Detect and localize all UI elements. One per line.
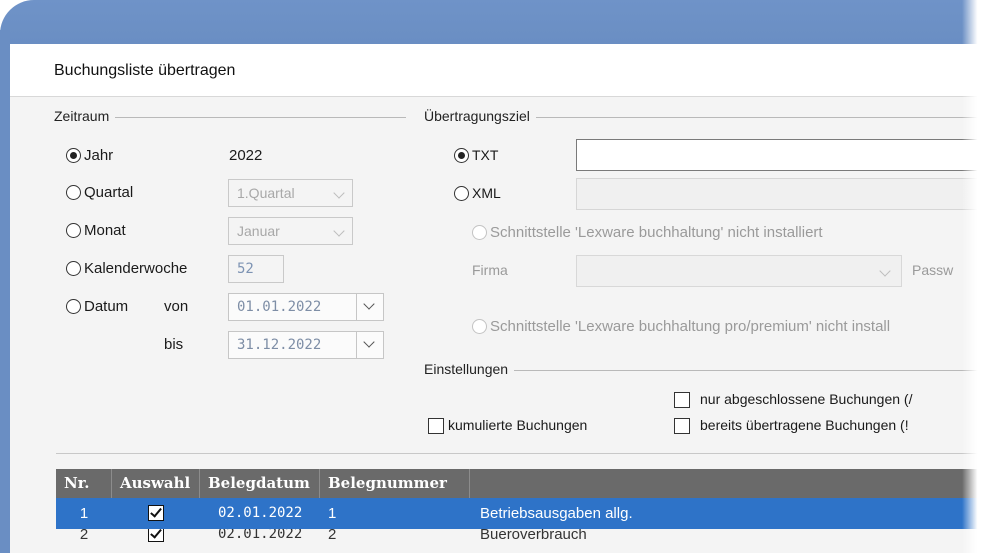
von-label: von	[164, 298, 189, 315]
kalenderwoche-input[interactable]: 52	[228, 255, 284, 283]
firma-select[interactable]	[576, 255, 902, 287]
cell-belegnummer: 2	[328, 529, 337, 543]
von-date-value: 01.01.2022	[237, 299, 322, 315]
cell-text: Bueroverbrauch	[480, 529, 587, 543]
window-border	[0, 30, 10, 553]
edge-fade	[962, 0, 984, 553]
calendar-dropdown-icon[interactable]	[356, 332, 383, 358]
dialog-title: Buchungsliste übertragen	[54, 62, 236, 79]
checkbox-abgeschlossen-label[interactable]: nur abgeschlossene Buchungen (/	[700, 391, 912, 407]
cell-nr: 1	[79, 505, 89, 522]
radio-txt[interactable]	[454, 148, 469, 163]
txt-path-input[interactable]	[576, 139, 984, 171]
kalenderwoche-value: 52	[237, 261, 254, 277]
cell-belegdatum: 02.01.2022	[218, 529, 303, 542]
chevron-down-icon	[879, 265, 891, 277]
radio-quartal-label[interactable]: Quartal	[84, 184, 133, 201]
column-header-nr[interactable]: Nr.	[56, 469, 112, 498]
radio-jahr[interactable]	[66, 148, 81, 163]
chevron-down-icon	[333, 187, 345, 199]
row-select-checkbox[interactable]	[148, 529, 164, 542]
xml-path-input[interactable]	[576, 178, 984, 210]
row-select-checkbox[interactable]	[148, 505, 164, 521]
bis-date-picker[interactable]: 31.12.2022	[228, 331, 384, 359]
dialog-header: Buchungsliste übertragen	[10, 44, 984, 97]
ziel-group-label: Übertragungsziel	[424, 108, 536, 124]
chevron-down-icon	[333, 225, 345, 237]
column-header-auswahl[interactable]: Auswahl	[112, 469, 200, 498]
table-header: Nr. Auswahl Belegdatum Belegnummer	[56, 469, 984, 498]
table-row[interactable]: 2 02.01.2022 2 Bueroverbrauch	[56, 529, 984, 543]
passwort-label: Passw	[912, 262, 954, 278]
cell-belegdatum: 02.01.2022	[218, 505, 303, 521]
quartal-select-value: 1.Quartal	[237, 185, 295, 201]
zeitraum-group-label: Zeitraum	[54, 108, 116, 124]
bis-date-value: 31.12.2022	[237, 337, 322, 353]
checkbox-abgeschlossen[interactable]	[674, 392, 690, 408]
checkbox-kumuliert-label[interactable]: kumulierte Buchungen	[448, 417, 587, 433]
radio-txt-label[interactable]: TXT	[472, 147, 498, 163]
checkbox-kumuliert[interactable]	[428, 418, 444, 434]
monat-select[interactable]: Januar	[228, 217, 353, 245]
checkbox-uebertragen[interactable]	[674, 418, 690, 434]
radio-quartal[interactable]	[66, 185, 81, 200]
cell-nr: 2	[79, 529, 89, 543]
quartal-select[interactable]: 1.Quartal	[228, 179, 353, 207]
column-header-belegnummer[interactable]: Belegnummer	[320, 469, 470, 498]
einstellungen-group-label: Einstellungen	[424, 361, 515, 377]
radio-monat-label[interactable]: Monat	[84, 222, 126, 239]
radio-xml[interactable]	[454, 186, 469, 201]
radio-jahr-label[interactable]: Jahr	[84, 147, 113, 164]
radio-lexware-pro-label[interactable]: Schnittstelle 'Lexware buchhaltung pro/p…	[490, 318, 890, 335]
jahr-value: 2022	[229, 147, 263, 164]
von-date-picker[interactable]: 01.01.2022	[228, 293, 384, 321]
cell-belegnummer: 1	[328, 505, 337, 522]
radio-xml-label[interactable]: XML	[472, 185, 501, 201]
radio-lexware-pro[interactable]	[472, 319, 487, 334]
calendar-dropdown-icon[interactable]	[356, 294, 383, 320]
radio-monat[interactable]	[66, 223, 81, 238]
monat-select-value: Januar	[237, 223, 280, 239]
checkbox-uebertragen-label[interactable]: bereits übertragene Buchungen (!	[700, 417, 909, 433]
column-header-belegdatum[interactable]: Belegdatum	[200, 469, 320, 498]
radio-datum[interactable]	[66, 299, 81, 314]
radio-kalenderwoche-label[interactable]: Kalenderwoche	[84, 260, 187, 277]
column-header-text[interactable]	[470, 469, 984, 498]
radio-lexware-label[interactable]: Schnittstelle 'Lexware buchhaltung' nich…	[490, 224, 823, 241]
radio-kalenderwoche[interactable]	[66, 261, 81, 276]
cell-text: Betriebsausgaben allg.	[480, 505, 633, 522]
bis-label: bis	[164, 336, 184, 353]
radio-datum-label[interactable]: Datum	[84, 298, 128, 315]
window-titlebar[interactable]	[0, 0, 984, 44]
dialog-buchungsliste: Buchungsliste übertragen Zeitraum Jahr 2…	[10, 44, 984, 553]
table-row[interactable]: 1 02.01.2022 1 Betriebsausgaben allg.	[56, 498, 984, 529]
radio-lexware[interactable]	[472, 225, 487, 240]
divider	[56, 453, 984, 454]
firma-label: Firma	[472, 262, 508, 278]
window: Buchungsliste übertragen Zeitraum Jahr 2…	[0, 0, 984, 553]
